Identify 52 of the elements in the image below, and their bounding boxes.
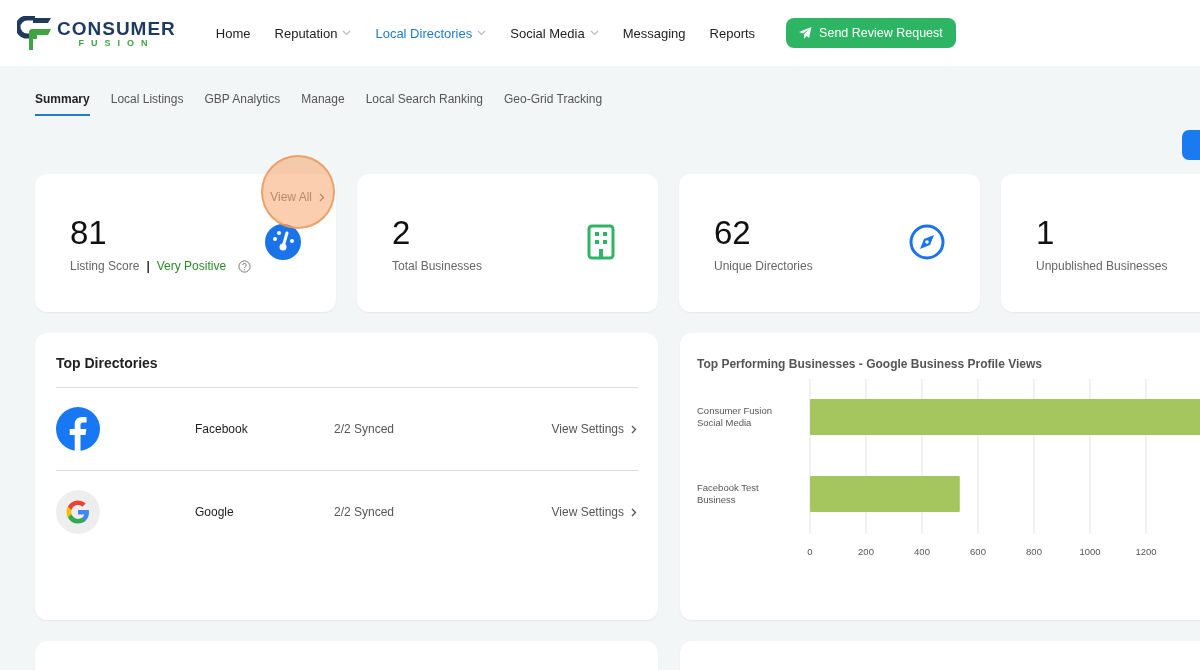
tab[interactable]: Summary	[35, 92, 90, 116]
category-label: Facebook Test Business	[697, 482, 759, 505]
axis-tick-label: 1200	[1135, 546, 1157, 557]
rating-text: Very Positive	[156, 259, 227, 273]
tab[interactable]: GBP Analytics	[204, 92, 281, 116]
nav-item[interactable]: Home	[215, 25, 251, 41]
gauge-icon	[265, 224, 301, 260]
logo-wordmark: CONSUMER	[57, 18, 176, 38]
directory-name: Facebook	[195, 422, 249, 436]
stat-value: 2	[392, 216, 411, 249]
sync-status: 2/2 Synced	[334, 422, 396, 436]
axis-tick-label: 400	[914, 546, 930, 557]
card-title: Top Directories	[56, 355, 159, 371]
view-settings-link[interactable]: View Settings	[551, 422, 638, 436]
tab[interactable]: Local Listings	[110, 92, 184, 116]
send-icon	[799, 27, 813, 39]
logo-icon	[17, 16, 53, 50]
stat-label: Listing Score	[70, 259, 140, 273]
facebook-logo-icon	[56, 407, 100, 451]
logo-subtitle: FUSION	[78, 38, 155, 48]
help-icon	[238, 259, 252, 273]
building-icon	[587, 224, 615, 260]
nav-item[interactable]: Reports	[709, 25, 756, 41]
nav-item[interactable]: Social Media	[510, 25, 599, 41]
axis-tick-label: 0	[807, 546, 813, 557]
google-logo-icon	[56, 490, 100, 534]
directory-name: Google	[195, 505, 235, 519]
axis-tick-label: 800	[1026, 546, 1042, 557]
compass-icon	[909, 224, 945, 260]
chevron-right-icon	[630, 507, 638, 517]
category-label: Consumer Fusion Social Media	[697, 405, 772, 428]
card-title: Top Performing Businesses - Google Business Profile Views	[697, 357, 1043, 371]
axis-tick-label: 1000	[1079, 546, 1101, 557]
stat-value: 81	[70, 216, 107, 249]
stat-label: Unpublished Businesses	[1036, 259, 1168, 273]
stat-label: Total Businesses	[392, 259, 483, 273]
stat-value: 62	[714, 216, 751, 249]
chevron-right-icon	[630, 424, 638, 434]
sync-status: 2/2 Synced	[334, 505, 396, 519]
separator: |	[146, 259, 150, 273]
nav-item[interactable]: Reputation	[274, 25, 352, 41]
axis-tick-label: 200	[858, 546, 874, 557]
stat-value: 1	[1036, 216, 1055, 249]
nav-item[interactable]: Messaging	[622, 25, 686, 41]
view-settings-link[interactable]: View Settings	[551, 505, 638, 519]
tab[interactable]: Geo-Grid Tracking	[504, 92, 603, 116]
axis-tick-label: 600	[970, 546, 986, 557]
chevron-right-icon	[318, 192, 326, 202]
stat-label: Unique Directories	[714, 259, 813, 273]
tab[interactable]: Manage	[301, 92, 345, 116]
nav-item[interactable]: Local Directories	[375, 25, 487, 41]
tab[interactable]: Local Search Ranking	[365, 92, 484, 116]
